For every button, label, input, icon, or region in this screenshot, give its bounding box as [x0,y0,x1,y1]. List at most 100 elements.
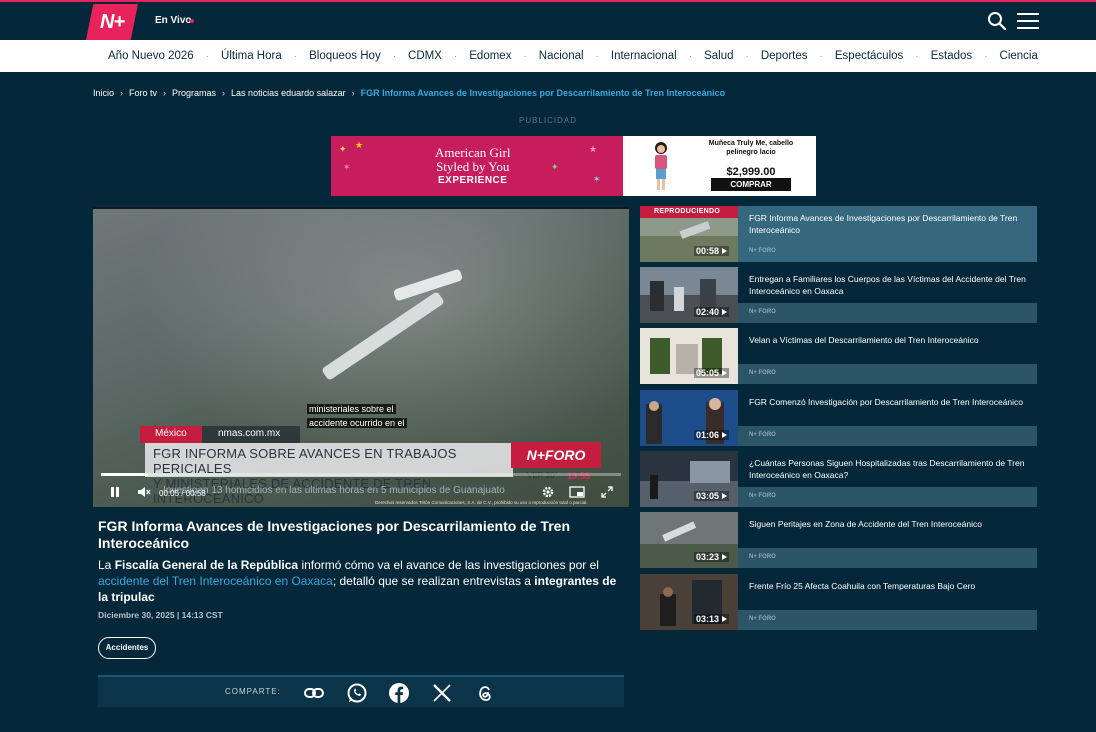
nav-separator: · [745,50,749,62]
nav-separator: · [819,50,823,62]
nav-item-bloqueos[interactable]: Bloqueos Hoy [309,50,381,62]
video-player[interactable]: ministeriales sobre el accidente ocurrid… [93,207,629,507]
search-icon[interactable] [987,11,1007,31]
threads-icon[interactable] [474,682,496,704]
playlist-item-title[interactable]: Frente Frío 25 Afecta Coahuila con Tempe… [738,574,1037,610]
star-icon: ✶ [593,174,601,184]
nav-item-espectaculos[interactable]: Espectáculos [835,50,903,62]
ad-product-name: Muñeca Truly Me, cabello pelinegro lacio [708,140,794,156]
nav-item-cdmx[interactable]: CDMX [408,50,442,62]
nav-item-nacional[interactable]: Nacional [539,50,584,62]
play-icon [722,554,728,560]
playlist-item[interactable]: 03:13 Frente Frío 25 Afecta Coahuila con… [640,574,1037,630]
nav-separator: · [523,50,527,62]
playlist-item[interactable]: 01:06 FGR Comenzó Investigación por Desc… [640,390,1037,446]
nav-item-internacional[interactable]: Internacional [611,50,677,62]
video-duration-badge: 01:06 [694,430,730,440]
video-progress-bar[interactable] [101,473,621,476]
nav-item-edomex[interactable]: Edomex [469,50,511,62]
nav-separator: · [595,50,599,62]
playlist-item-title[interactable]: Siguen Peritajes en Zona de Accidente de… [738,512,1037,548]
video-time: 00:05 / 00:58 [159,489,206,498]
article-title: FGR Informa Avances de Investigaciones p… [98,518,571,551]
settings-gear-icon[interactable] [541,485,555,499]
nav-item-ciencia[interactable]: Ciencia [1000,50,1038,62]
playlist-item-title[interactable]: FGR Informa Avances de Investigaciones p… [738,206,1037,242]
video-duration: 00:58 [185,489,206,498]
main-nav: Año Nuevo 2026 · Última Hora · Bloqueos … [0,40,1096,72]
video-duration-badge: 03:23 [694,552,730,562]
whatsapp-icon[interactable] [346,682,368,704]
play-icon [722,493,728,499]
article-date: Diciembre 30, 2025 | 14:13 CST [98,610,223,620]
breadcrumb-current: FGR Informa Avances de Investigaciones p… [360,88,726,98]
playlist-item-title[interactable]: Velan a Víctimas del Descarrilamiento de… [738,328,1037,364]
nav-separator: · [293,50,298,62]
link-icon[interactable] [303,682,325,704]
live-link[interactable]: En Vivo [155,15,192,26]
lead-link[interactable]: accidente del Tren Interoceánico en Oaxa… [98,574,333,588]
playlist-item-source: N+ FORO [738,364,1037,384]
playlist-item[interactable]: REPRODUCIENDO 00:58 FGR Informa Avances … [640,206,1037,262]
play-icon [722,616,728,622]
breadcrumb-foro-tv[interactable]: Foro tv [129,88,157,98]
breadcrumb-program[interactable]: Las noticias eduardo salazar [231,88,346,98]
playlist-item-title[interactable]: FGR Comenzó Investigación por Descarrila… [738,390,1037,426]
pause-icon[interactable] [109,485,121,499]
mute-icon[interactable] [137,485,151,499]
x-icon[interactable] [431,682,453,704]
breadcrumb-separator: › [120,88,124,98]
caption-line: accidente ocurrido en el [307,418,407,428]
nav-item-ultima-hora[interactable]: Última Hora [221,50,282,62]
play-icon [722,370,728,376]
play-icon [722,248,728,254]
lead-text: ; detalló que se realizan entrevistas a [332,574,535,588]
playlist-item[interactable]: 02:40 Entregan a Familiares los Cuerpos … [640,267,1037,323]
star-icon: ✦ [339,144,347,154]
picture-in-picture-icon[interactable] [569,485,585,499]
nav-item-estados[interactable]: Estados [931,50,973,62]
playlist-item-source: N+ FORO [738,487,1037,507]
video-progress-fill [101,473,148,476]
ad-banner[interactable]: ✦ ★ ✶ ✦ ★ ✶ American Girl Styled by You … [331,136,816,196]
playlist-item-title[interactable]: Entregan a Familiares los Cuerpos de las… [738,267,1037,303]
ad-price: $2,999.00 [726,166,776,178]
star-icon: ✶ [343,162,351,172]
nav-item-salud[interactable]: Salud [704,50,733,62]
lead-text: informó cómo va el avance de las investi… [298,558,599,572]
ad-label: PUBLICIDAD [518,116,577,125]
tv-headline: FGR INFORMA SOBRE AVANCES EN TRABAJOS PE… [145,443,513,506]
nav-separator: · [688,50,693,62]
fullscreen-icon[interactable] [600,485,614,499]
nav-separator: · [453,50,458,62]
caption-line: ministeriales sobre el [307,404,396,414]
share-label: COMPARTE: [225,687,281,696]
tv-site-tag: nmas.com.mx [202,426,300,443]
ad-brand-name: American Girl [435,145,511,160]
breadcrumb-programas[interactable]: Programas [172,88,216,98]
top-bar: N+ En Vivo [0,0,1096,40]
lead-text: La [98,558,115,572]
star-icon: ★ [355,140,364,150]
playlist-item[interactable]: 03:23 Siguen Peritajes en Zona de Accide… [640,512,1037,568]
nav-item-deportes[interactable]: Deportes [761,50,808,62]
video-current-time: 00:05 [159,489,180,498]
nav-separator: · [392,50,397,62]
lead-bold: Fiscalía General de la República [114,558,299,572]
hamburger-menu-icon[interactable] [1017,13,1039,29]
site-logo[interactable]: N+ [86,4,138,40]
tag-accidentes[interactable]: Accidentes [98,637,156,659]
playlist-item[interactable]: 03:05 ¿Cuántas Personas Siguen Hospitali… [640,451,1037,507]
star-icon: ★ [589,144,598,154]
playlist-item-source: N+ FORO [738,303,1037,323]
playlist-item-source: N+ FORO [738,242,1037,262]
breadcrumb-inicio[interactable]: Inicio [93,88,114,98]
now-playing-badge: REPRODUCIENDO [640,206,738,218]
playlist-item[interactable]: 05:05 Velan a Víctimas del Descarrilamie… [640,328,1037,384]
nav-item-ano-nuevo[interactable]: Año Nuevo 2026 [108,50,194,62]
playlist-item-title[interactable]: ¿Cuántas Personas Siguen Hospitalizadas … [738,451,1037,487]
doll-image [655,142,667,190]
video-duration-badge: 02:40 [694,307,730,317]
ad-buy-button[interactable]: COMPRAR [711,178,791,191]
facebook-icon[interactable] [388,682,410,704]
